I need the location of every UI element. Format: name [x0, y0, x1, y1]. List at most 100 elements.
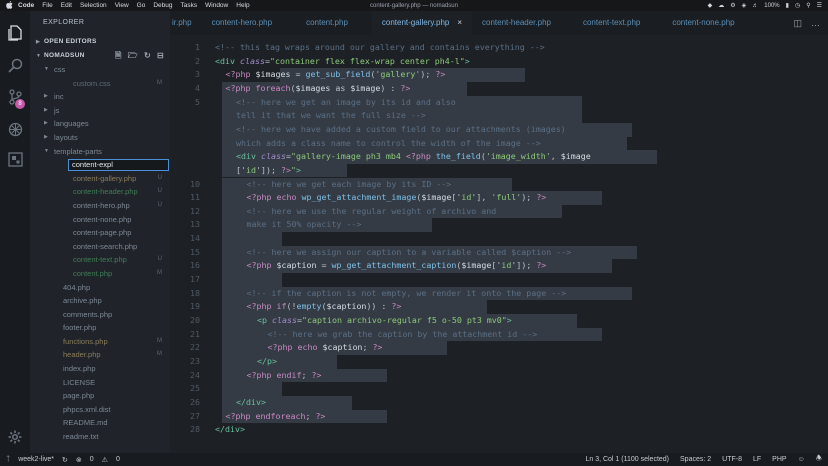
split-editor-icon[interactable]: ◫: [793, 18, 802, 29]
code-token: ) :: [380, 82, 401, 93]
tree-file[interactable]: comments.php: [30, 308, 170, 322]
cursor-position[interactable]: Ln 3, Col 1 (1100 selected): [585, 456, 669, 463]
tree-file[interactable]: functions.php M: [30, 335, 170, 349]
file-tree: ▼ css custom.css M ▶ inc ▶ js ▶ languages ▶ layouts…: [30, 63, 170, 444]
tree-file[interactable]: LICENSE: [30, 376, 170, 390]
more-actions-icon[interactable]: …: [811, 18, 820, 28]
error-count[interactable]: 0: [90, 456, 94, 463]
tree-file[interactable]: 404.php: [30, 281, 170, 295]
open-editors-section[interactable]: ▶ OPEN EDITORS: [30, 35, 170, 49]
dropbox-icon[interactable]: ◆: [708, 2, 713, 9]
smiley-icon[interactable]: ☺: [798, 456, 805, 463]
tab-content-header-php[interactable]: content-header.php: [472, 11, 573, 35]
tree-file[interactable]: content-text.php U: [30, 253, 170, 267]
tree-file[interactable]: content-search.php: [30, 240, 170, 254]
search-icon[interactable]: [7, 57, 23, 73]
explorer-icon[interactable]: [7, 25, 23, 41]
code-line: <?php foreach($images as $image) : ?>: [226, 83, 411, 93]
cloud-icon[interactable]: ☁: [718, 2, 724, 9]
tree-item-label: template-parts: [54, 146, 102, 156]
tree-rename-row[interactable]: content-expl: [30, 158, 170, 172]
code-line: <?php endif; ?>: [247, 370, 322, 380]
tab-content-php[interactable]: content.php: [296, 11, 372, 35]
extensions-icon[interactable]: [7, 151, 23, 167]
tree-file[interactable]: content-header.php U: [30, 185, 170, 199]
tree-folder[interactable]: ▼ css: [30, 63, 170, 77]
encoding[interactable]: UTF-8: [722, 456, 742, 463]
menu-debug[interactable]: Debug: [153, 2, 172, 9]
wifi-icon[interactable]: ◈: [742, 2, 747, 9]
tree-file[interactable]: content-page.php: [30, 226, 170, 240]
tree-file[interactable]: archive.php: [30, 294, 170, 308]
volume-icon[interactable]: ♬: [752, 3, 758, 9]
code-token: "caption archivo-regular f5 o-50 pt3 mv0…: [301, 315, 507, 325]
tab-ir-php[interactable]: ir.php: [170, 11, 202, 35]
menu-window[interactable]: Window: [205, 2, 228, 9]
tree-file[interactable]: content-hero.php U: [30, 199, 170, 213]
close-icon[interactable]: ×: [457, 18, 462, 27]
tree-file[interactable]: README.md: [30, 416, 170, 430]
tree-item-label: page.php: [63, 391, 95, 401]
editor-actions: ◫…: [793, 11, 820, 35]
tree-file[interactable]: content-none.php: [30, 213, 170, 227]
new-folder-icon[interactable]: 🗁: [128, 49, 138, 63]
tree-file[interactable]: footer.php: [30, 321, 170, 335]
sync-icon[interactable]: ↻: [62, 456, 68, 464]
menu-file[interactable]: File: [42, 2, 52, 9]
code-editor[interactable]: 1 <!-- this tag wraps around our gallery …: [170, 35, 828, 453]
menu-tasks[interactable]: Tasks: [181, 2, 198, 9]
tree-file[interactable]: index.php: [30, 362, 170, 376]
menu-selection[interactable]: Selection: [80, 2, 107, 9]
tree-file[interactable]: custom.css M: [30, 77, 170, 91]
gear-icon[interactable]: [7, 429, 23, 445]
git-branch[interactable]: week2-live*: [18, 456, 54, 463]
refresh-icon[interactable]: ↻: [144, 49, 151, 63]
tree-file[interactable]: readme.txt: [30, 430, 170, 444]
chevron-right-icon: ▶: [44, 93, 48, 100]
debug-icon[interactable]: [7, 121, 23, 137]
settings-icon[interactable]: ⚙: [730, 2, 735, 9]
tab-content-hero-php[interactable]: content-hero.php: [202, 11, 297, 35]
menu-go[interactable]: Go: [137, 2, 146, 9]
code-token: <?php: [246, 260, 277, 271]
bell-icon[interactable]: 🕭: [816, 454, 822, 465]
end-of-line[interactable]: LF: [753, 456, 761, 463]
tree-folder[interactable]: ▶ inc: [30, 90, 170, 104]
tab-content-gallery-php[interactable]: content-gallery.php ×: [371, 11, 473, 35]
git-status-mark: U: [157, 174, 162, 181]
tree-file[interactable]: phpcs.xml.dist: [30, 403, 170, 417]
menu-help[interactable]: Help: [236, 2, 249, 9]
tab-content-none-php[interactable]: content-none.php: [662, 11, 756, 35]
code-line: <p class="caption archivo-regular f5 o-5…: [257, 315, 512, 325]
code-token: <?php: [246, 301, 277, 312]
tree-file[interactable]: header.php M: [30, 348, 170, 362]
rename-file-input[interactable]: content-expl: [68, 159, 169, 172]
line-number: 23: [190, 355, 200, 366]
collapse-all-icon[interactable]: ⊟: [157, 49, 164, 63]
line-number: 17: [190, 274, 200, 285]
code-line: <?php $images = get_sub_field('gallery')…: [226, 69, 446, 79]
menu-edit[interactable]: Edit: [61, 2, 72, 9]
tree-folder[interactable]: ▶ layouts: [30, 131, 170, 145]
menu-view[interactable]: View: [115, 2, 129, 9]
warning-count[interactable]: 0: [116, 456, 120, 463]
new-file-icon[interactable]: 🗎: [115, 49, 122, 63]
search-menu-icon[interactable]: ⚲: [806, 2, 810, 9]
tab-content-text-php[interactable]: content-text.php: [573, 11, 662, 35]
clock-icon[interactable]: ◷: [795, 2, 800, 9]
project-section[interactable]: ▼ NOMADSUN 🗎 🗁 ↻ ⊟: [30, 49, 170, 63]
tree-file[interactable]: content.php M: [30, 267, 170, 281]
tree-folder[interactable]: ▶ js: [30, 104, 170, 118]
language-mode[interactable]: PHP: [772, 456, 786, 463]
indentation[interactable]: Spaces: 2: [680, 456, 711, 463]
menu-code[interactable]: Code: [18, 2, 34, 9]
tree-file[interactable]: content-gallery.php U: [30, 172, 170, 186]
tree-file[interactable]: page.php: [30, 389, 170, 403]
code-token: endif: [276, 369, 302, 380]
battery-icon[interactable]: ▮: [786, 2, 789, 9]
tree-folder[interactable]: ▼ template-parts: [30, 145, 170, 159]
tree-folder[interactable]: ▶ languages: [30, 117, 170, 131]
code-token: echo: [276, 192, 302, 203]
list-icon[interactable]: ☰: [817, 2, 822, 9]
apple-icon[interactable]: [4, 0, 14, 11]
